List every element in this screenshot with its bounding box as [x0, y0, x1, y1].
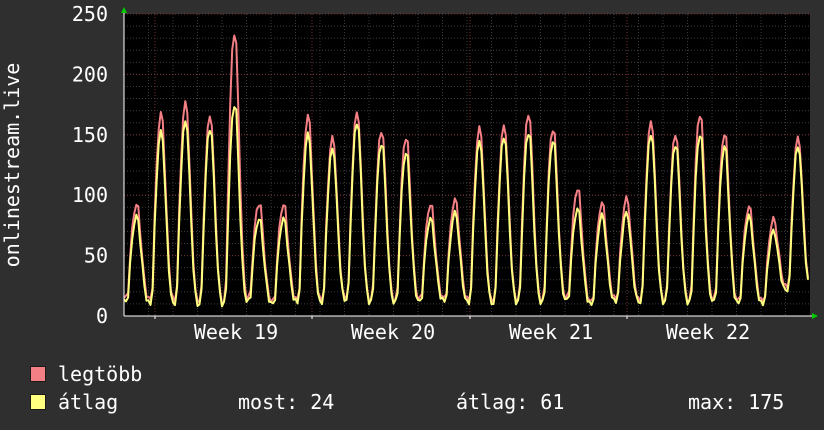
y-tick-label: 200 — [72, 62, 108, 86]
traffic-chart: 050100150200250 Week 19 Week 20 Week 21 Wee… — [0, 2, 818, 344]
stat-max: max: 175 — [688, 390, 785, 414]
x-tick-label: Week 19 — [194, 320, 278, 344]
y-tick-label: 50 — [84, 244, 108, 268]
y-tick-label: 150 — [72, 123, 108, 147]
x-tick-label: Week 20 — [351, 320, 435, 344]
x-tick-labels: Week 19 Week 20 Week 21 Week 22 — [194, 320, 750, 344]
y-tick-labels: 0 50 100 150 200 250 — [72, 2, 108, 328]
x-axis-arrow — [812, 313, 818, 319]
y-tick-label: 0 — [96, 304, 108, 328]
stat-atlag: átlag: 61 — [456, 390, 565, 414]
y-axis-arrow — [121, 7, 127, 13]
legend-item-atlag: átlag — [30, 390, 118, 414]
y-tick-label: 250 — [72, 2, 108, 26]
stat-most: most: 24 — [238, 390, 335, 414]
legtobb-swatch — [30, 366, 46, 382]
legend-label-atlag: átlag — [58, 390, 119, 414]
x-tick-label: Week 21 — [509, 320, 593, 344]
atlag-swatch — [30, 394, 46, 410]
legend-item-legtobb: legtöbb — [30, 362, 142, 386]
y-tick-label: 100 — [72, 183, 108, 207]
chart-container: 0 50 100 150 200 250 Week 19 Week 20 Week 21 Wee… — [0, 0, 824, 430]
x-tick-label: Week 22 — [666, 320, 750, 344]
legend-label-legtobb: legtöbb — [58, 362, 143, 386]
y-axis-label: onlinestream.live — [0, 63, 24, 268]
